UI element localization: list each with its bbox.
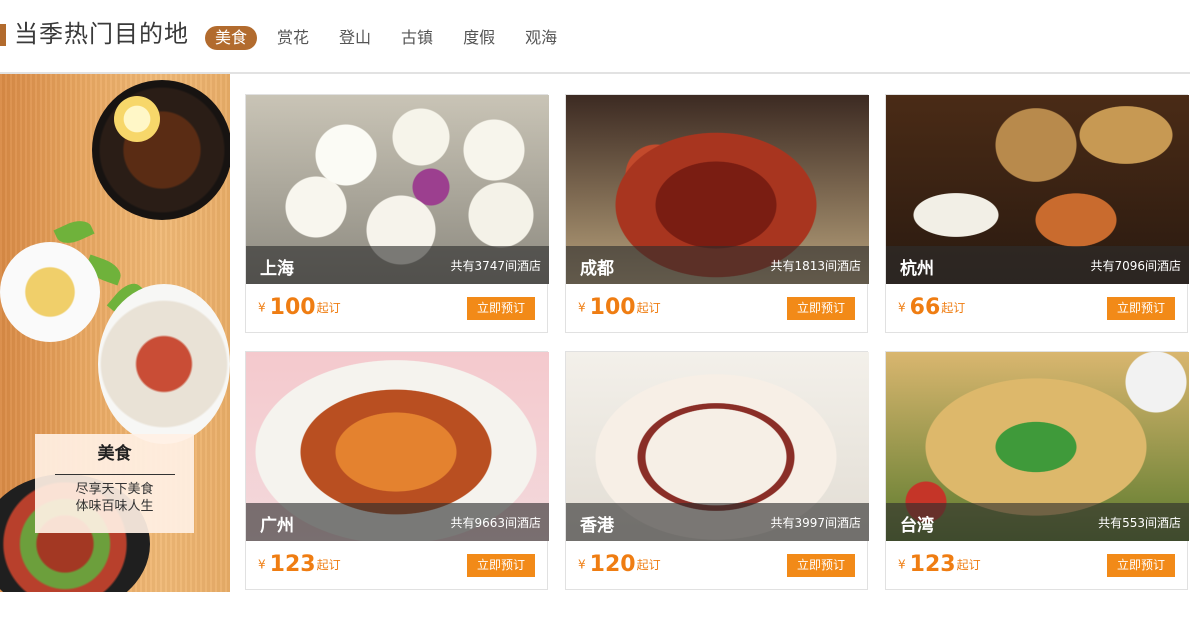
price-amount: 66 [909,295,941,320]
destination-card-shanghai[interactable]: 上海 共有3747间酒店 ¥100起订 立即预订 [245,94,549,333]
lemon-slice-image [114,96,160,142]
card-caption-overlay: 杭州 共有7096间酒店 [886,246,1189,284]
price-suffix: 起订 [636,558,661,572]
tab-sea-view[interactable]: 观海 [515,26,567,50]
title-accent-bar [0,24,6,46]
price: ¥66起订 [898,295,965,325]
currency-symbol: ¥ [898,557,906,572]
price: ¥100起订 [578,295,661,325]
promo-banner[interactable]: 美食 尽享天下美食 体味百味人生 [0,74,230,592]
section-title: 当季热门目的地 [14,20,189,48]
currency-symbol: ¥ [578,300,586,315]
city-name: 广州 [260,516,294,536]
tab-food[interactable]: 美食 [205,26,258,50]
food-photo-buns[interactable]: 上海 共有3747间酒店 [246,95,549,284]
book-now-button[interactable]: 立即预订 [467,554,535,577]
price-amount: 100 [589,295,636,320]
card-caption-overlay: 上海 共有3747间酒店 [246,246,549,284]
tab-flowers[interactable]: 赏花 [267,26,319,50]
currency-symbol: ¥ [258,300,266,315]
tab-vacation[interactable]: 度假 [453,26,505,50]
currency-symbol: ¥ [578,557,586,572]
tab-hiking[interactable]: 登山 [329,26,381,50]
destination-card-hangzhou[interactable]: 杭州 共有7096间酒店 ¥66起订 立即预订 [885,94,1189,333]
destination-card-guangzhou[interactable]: 广州 共有9663间酒店 ¥123起订 立即预订 [245,351,549,590]
city-name: 香港 [580,516,614,536]
promo-title: 美食 [97,444,132,464]
city-name: 成都 [580,259,614,279]
price: ¥123起订 [898,552,981,582]
hotel-count: 共有3997间酒店 [770,516,861,530]
price: ¥120起订 [578,552,661,582]
price: ¥100起订 [258,295,341,325]
hotel-count: 共有1813间酒店 [770,259,861,273]
destination-card-hongkong[interactable]: 香港 共有3997间酒店 ¥120起订 立即预订 [565,351,869,590]
price-suffix: 起订 [941,301,966,315]
pasta-plate-image [0,242,100,342]
price-suffix: 起订 [636,301,661,315]
card-caption-overlay: 广州 共有9663间酒店 [246,503,549,541]
city-name: 台湾 [900,516,934,536]
food-photo-squid[interactable]: 广州 共有9663间酒店 [246,352,549,541]
promo-caption-card: 美食 尽享天下美食 体味百味人生 [35,434,194,533]
price-amount: 100 [269,295,316,320]
book-now-button[interactable]: 立即预订 [1107,297,1175,320]
price-suffix: 起订 [956,558,981,572]
currency-symbol: ¥ [258,557,266,572]
food-photo-cured-meat[interactable]: 成都 共有1813间酒店 [566,95,869,284]
food-photo-dim-sum[interactable]: 杭州 共有7096间酒店 [886,95,1189,284]
promo-line-1: 尽享天下美食 [75,482,154,497]
price: ¥123起订 [258,552,341,582]
currency-symbol: ¥ [898,300,906,315]
card-caption-overlay: 台湾 共有553间酒店 [886,503,1189,541]
promo-divider [54,474,175,475]
price-amount: 123 [909,552,956,577]
category-tabs: 美食 赏花 登山 古镇 度假 观海 [205,26,567,50]
food-photo-rice-rolls[interactable]: 香港 共有3997间酒店 [566,352,869,541]
promo-line-2: 体味百味人生 [75,499,154,514]
tab-ancient-town[interactable]: 古镇 [391,26,443,50]
book-now-button[interactable]: 立即预订 [1107,554,1175,577]
hotel-count: 共有553间酒店 [1098,516,1181,530]
destination-card-taiwan[interactable]: 台湾 共有553间酒店 ¥123起订 立即预订 [885,351,1189,590]
city-name: 杭州 [900,259,934,279]
section-header: 当季热门目的地 美食 赏花 登山 古镇 度假 观海 [0,0,1190,74]
steak-plate-image [92,80,230,220]
book-now-button[interactable]: 立即预订 [787,554,855,577]
price-amount: 120 [589,552,636,577]
book-now-button[interactable]: 立即预订 [787,297,855,320]
price-suffix: 起订 [316,301,341,315]
salad-plate-image [98,284,230,444]
destination-card-chengdu[interactable]: 成都 共有1813间酒店 ¥100起订 立即预订 [565,94,869,333]
book-now-button[interactable]: 立即预订 [467,297,535,320]
hotel-count: 共有3747间酒店 [450,259,541,273]
hotel-count: 共有9663间酒店 [450,516,541,530]
city-name: 上海 [260,259,294,279]
hotel-count: 共有7096间酒店 [1090,259,1181,273]
card-caption-overlay: 香港 共有3997间酒店 [566,503,869,541]
price-amount: 123 [269,552,316,577]
food-photo-bread-boat[interactable]: 台湾 共有553间酒店 [886,352,1189,541]
card-caption-overlay: 成都 共有1813间酒店 [566,246,869,284]
price-suffix: 起订 [316,558,341,572]
